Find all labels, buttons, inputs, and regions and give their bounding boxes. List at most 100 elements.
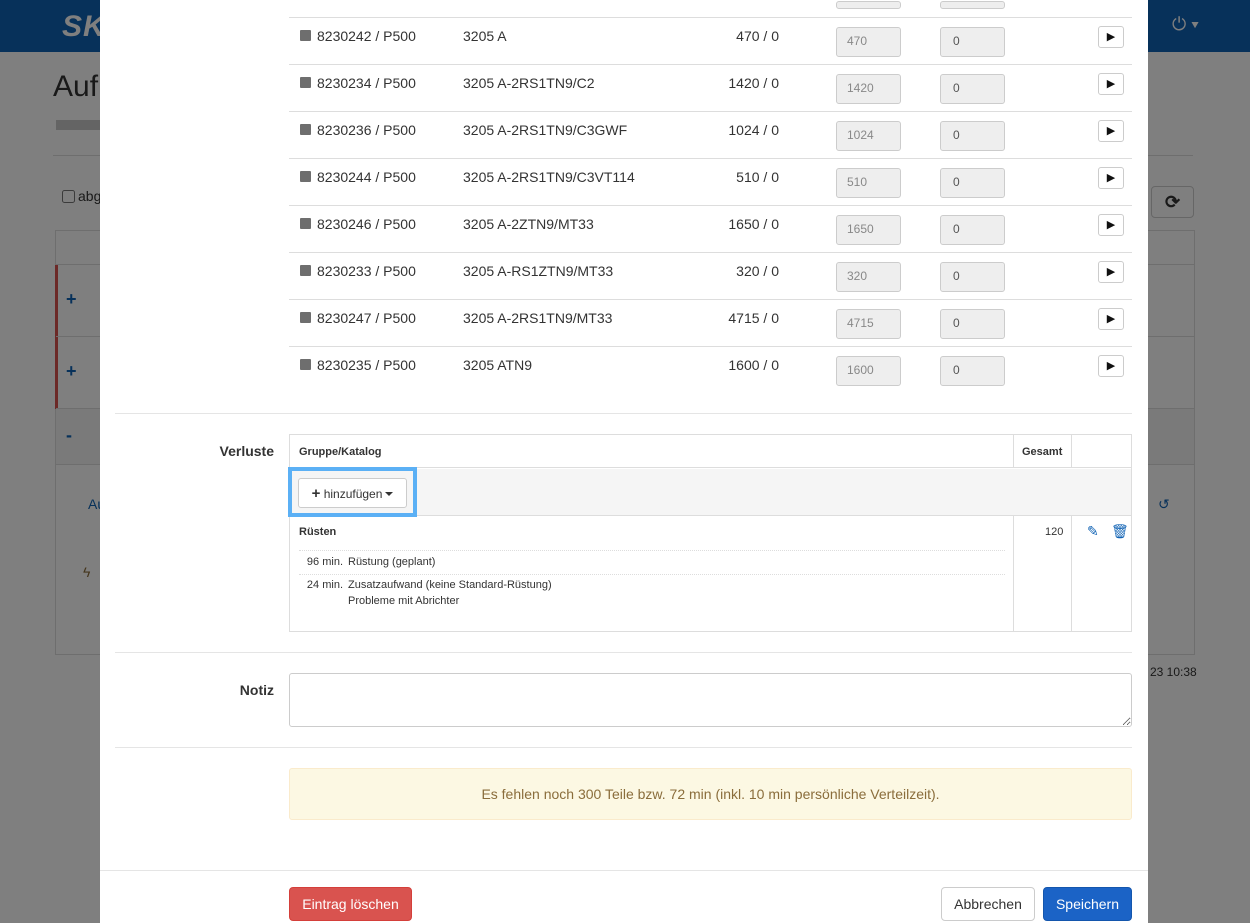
item-article: 8230234 / P500 (317, 75, 416, 91)
play-icon: ▶ (1106, 360, 1116, 372)
divider (115, 747, 1132, 748)
item-name: 3205 A-2RS1TN9/C3GWF (463, 122, 628, 138)
divider (115, 413, 1132, 414)
item-name: 3205 A (463, 28, 507, 44)
item-row: 8230247 / P500 3205 A-2RS1TN9/MT33 4715 / … (289, 299, 1132, 346)
play-icon: ▶ (1106, 172, 1116, 184)
item-article: 8230235 / P500 (317, 357, 416, 373)
actual-quantity-input[interactable]: 0 (940, 121, 1005, 151)
planned-quantity-input: 1420 (836, 74, 901, 104)
add-row: + hinzufügen (288, 467, 1131, 517)
item-quantity: 4715 / 0 (728, 310, 779, 326)
item-quantity: 1600 / 0 (728, 357, 779, 373)
planned-quantity-input: 4715 (836, 309, 901, 339)
loss-entry-minutes: 24 min. (306, 579, 343, 591)
loss-group-total: 120 (1045, 526, 1064, 538)
loss-group-title: Rüsten (299, 526, 337, 538)
play-button[interactable]: ▶ (1098, 26, 1124, 48)
status-square-icon (300, 359, 311, 370)
actual-quantity-input[interactable]: 0 (940, 27, 1005, 57)
play-button[interactable]: ▶ (1098, 308, 1124, 330)
item-name: 3205 A-2ZTN9/MT33 (463, 216, 594, 232)
play-button[interactable]: ▶ (1098, 214, 1124, 236)
item-quantity: 1650 / 0 (728, 216, 779, 232)
trash-icon[interactable]: 🗑 (1111, 523, 1129, 540)
play-button[interactable]: ▶ (1098, 355, 1124, 377)
item-row-partial (289, 0, 1132, 17)
play-icon: ▶ (1106, 313, 1116, 325)
item-quantity: 1024 / 0 (728, 122, 779, 138)
actual-quantity-input[interactable]: 0 (940, 262, 1005, 292)
actual-quantity-input[interactable]: 0 (940, 74, 1005, 104)
planned-quantity-input: 1650 (836, 215, 901, 245)
planned-quantity-input: 320 (836, 262, 901, 292)
item-name: 3205 A-2RS1TN9/MT33 (463, 310, 613, 326)
item-row: 8230246 / P500 3205 A-2ZTN9/MT33 1650 / 0 1… (289, 205, 1132, 252)
item-article: 8230244 / P500 (317, 169, 416, 185)
item-quantity: 1420 / 0 (728, 75, 779, 91)
item-name: 3205 ATN9 (463, 357, 533, 373)
notiz-textarea[interactable] (289, 673, 1132, 727)
item-row: 8230236 / P500 3205 A-2RS1TN9/C3GWF 1024 /… (289, 111, 1132, 158)
column-header-group: Gruppe/Katalog (299, 446, 382, 458)
planned-quantity-input: 510 (836, 168, 901, 198)
item-article: 8230236 / P500 (317, 122, 416, 138)
verluste-table-header: Gruppe/Katalog Gesamt (290, 435, 1131, 468)
loss-entry: 24 min. Zusatzaufwand (keine Standard-Rü… (290, 579, 1010, 613)
item-article: 8230246 / P500 (317, 216, 416, 232)
item-row: 8230234 / P500 3205 A-2RS1TN9/C2 1420 / 0 1… (289, 64, 1132, 111)
status-square-icon (300, 218, 311, 229)
loss-entry-text: Zusatzaufwand (keine Standard-Rüstung) (348, 579, 552, 591)
status-square-icon (300, 171, 311, 182)
item-quantity: 510 / 0 (736, 169, 779, 185)
actual-quantity-input[interactable]: 0 (940, 309, 1005, 339)
plus-icon: + (311, 485, 321, 502)
item-row: 8230242 / P500 3205 A 470 / 0 470 0 ▶ (289, 17, 1132, 64)
edit-icon[interactable]: ✎ (1087, 523, 1099, 540)
play-button[interactable]: ▶ (1098, 167, 1124, 189)
caret-down-icon (385, 492, 394, 496)
verluste-table: Gruppe/Katalog Gesamt + hinzufügen Rüste… (288, 434, 1132, 632)
item-name: 3205 A-2RS1TN9/C3VT114 (463, 169, 635, 185)
loss-entry-note: Probleme mit Abrichter (348, 595, 460, 607)
loss-entry-text: Rüstung (geplant) (348, 556, 436, 568)
item-article: 8230233 / P500 (317, 263, 416, 279)
planned-quantity-input: 1024 (836, 121, 901, 151)
add-button-label: hinzufügen (323, 487, 383, 501)
actual-quantity-input[interactable]: 0 (940, 356, 1005, 386)
item-quantity: 470 / 0 (736, 28, 779, 44)
entry-modal: 8230242 / P500 3205 A 470 / 0 470 0 ▶ 8230234 … (100, 0, 1148, 923)
play-icon: ▶ (1106, 78, 1116, 90)
delete-entry-button[interactable]: Eintrag löschen (289, 887, 412, 921)
item-quantity: 320 / 0 (736, 263, 779, 279)
column-header-total: Gesamt (1022, 446, 1063, 458)
play-button[interactable]: ▶ (1098, 261, 1124, 283)
item-article: 8230247 / P500 (317, 310, 416, 326)
play-icon: ▶ (1106, 266, 1116, 278)
status-square-icon (300, 265, 311, 276)
play-button[interactable]: ▶ (1098, 73, 1124, 95)
status-square-icon (300, 124, 311, 135)
status-square-icon (300, 30, 311, 41)
divider (115, 652, 1132, 653)
loss-entry-minutes: 96 min. (306, 556, 343, 568)
planned-quantity-input: 1600 (836, 356, 901, 386)
play-icon: ▶ (1106, 219, 1116, 231)
cancel-button[interactable]: Abbrechen (941, 887, 1035, 921)
actual-quantity-input[interactable]: 0 (940, 168, 1005, 198)
add-loss-dropdown-button[interactable]: + hinzufügen (298, 478, 407, 508)
play-button[interactable]: ▶ (1098, 120, 1124, 142)
warning-alert: Es fehlen noch 300 Teile bzw. 72 min (in… (289, 768, 1132, 820)
item-name: 3205 A-2RS1TN9/C2 (463, 75, 595, 91)
loss-entry: 96 min. Rüstung (geplant) (290, 556, 1010, 576)
planned-quantity-input: 470 (836, 27, 901, 57)
item-article: 8230242 / P500 (317, 28, 416, 44)
notiz-label: Notiz (239, 682, 274, 698)
play-icon: ▶ (1106, 125, 1116, 137)
actual-quantity-input[interactable]: 0 (940, 215, 1005, 245)
item-name: 3205 A-RS1ZTN9/MT33 (463, 263, 614, 279)
save-button[interactable]: Speichern (1043, 887, 1132, 921)
item-row: 8230235 / P500 3205 ATN9 1600 / 0 1600 0 ▶ (289, 346, 1132, 393)
item-row: 8230244 / P500 3205 A-2RS1TN9/C3VT114 510 … (289, 158, 1132, 205)
item-row: 8230233 / P500 3205 A-RS1ZTN9/MT33 320 / 0… (289, 252, 1132, 299)
